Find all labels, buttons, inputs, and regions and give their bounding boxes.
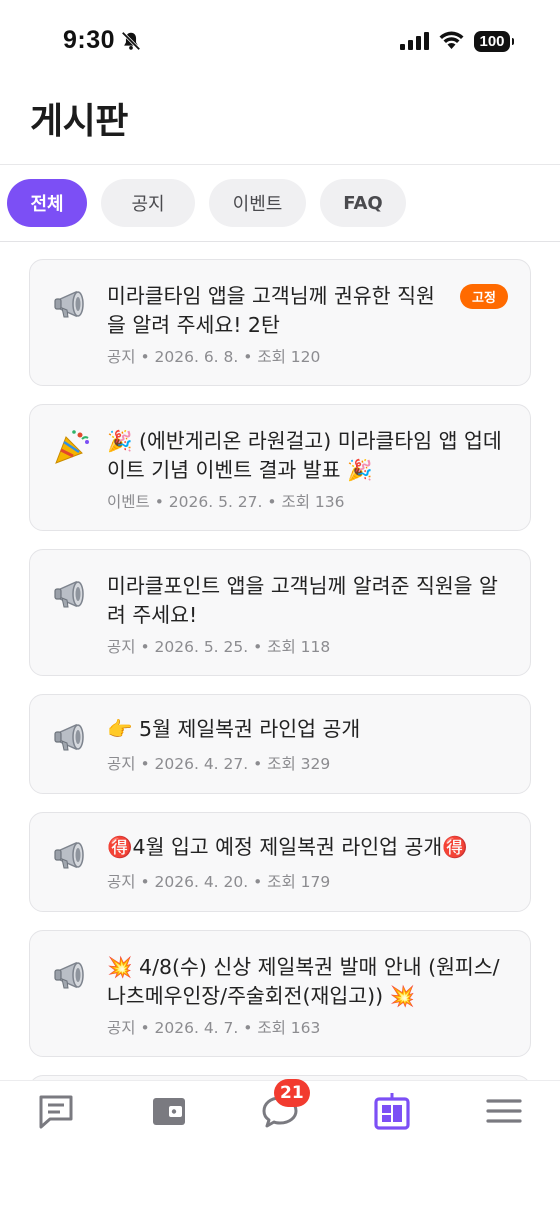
tab-faq[interactable]: FAQ [320,179,406,227]
status-bar: 9:30 100 [0,0,560,84]
post-card[interactable]: 👉 5월 제일복권 라인업 공개 공지 • 2026. 4. 27. • 조회 … [29,694,531,794]
party-popper-icon [55,430,89,464]
menu-icon[interactable] [484,1091,524,1131]
cellular-signal-icon [400,32,429,50]
bell-slash-icon [121,31,141,51]
page-title: 게시판 [30,101,128,142]
status-time: 9:30 [63,26,116,54]
post-card[interactable]: 🉐4월 입고 예정 제일복권 라인업 공개🉐 공지 • 2026. 4. 20.… [29,812,531,912]
post-title: 🉐4월 입고 예정 제일복권 라인업 공개🉐 [107,835,468,859]
post-card[interactable]: 미라클포인트 앱을 고객님께 알려준 직원을 알려 주세요! 공지 • 2026… [29,549,531,676]
post-meta: 공지 • 2026. 6. 8. • 조회 120 [107,348,321,366]
post-title: 🎉 (에반게리온 라원걸고) 미라클타임 앱 업데이트 기념 이벤트 결과 발표… [107,429,502,482]
megaphone-icon [54,841,84,869]
post-meta: 공지 • 2026. 4. 20. • 조회 179 [107,873,331,891]
tab-all[interactable]: 전체 [7,179,87,227]
wifi-icon [439,31,464,49]
megaphone-icon [54,580,84,608]
post-title: 💥 4/8(수) 신상 제일복권 발매 안내 (원피스/나츠메우인장/주술회전(… [107,955,500,1008]
pinned-badge: 고정 [460,284,508,309]
post-title: 미라클타임 앱을 고객님께 권유한 직원을 알려 주세요! 2탄 [107,284,435,337]
megaphone-icon [54,723,84,751]
post-meta: 공지 • 2026. 4. 27. • 조회 329 [107,755,331,773]
post-meta: 공지 • 2026. 5. 25. • 조회 118 [107,638,331,656]
tabs-divider [0,241,560,242]
chat-icon[interactable] [36,1091,76,1131]
post-meta: 공지 • 2026. 4. 7. • 조회 163 [107,1019,321,1037]
tab-event[interactable]: 이벤트 [209,179,306,227]
board-icon[interactable] [372,1091,412,1131]
wallet-icon[interactable] [149,1091,189,1131]
post-card[interactable]: 🎉 (에반게리온 라원걸고) 미라클타임 앱 업데이트 기념 이벤트 결과 발표… [29,404,531,531]
battery-indicator: 100 [474,31,514,52]
category-tabs: 전체 공지 이벤트 FAQ [7,179,406,227]
megaphone-icon [54,961,84,989]
post-card[interactable]: 미라클타임 앱을 고객님께 권유한 직원을 알려 주세요! 2탄 고정 공지 •… [29,259,531,386]
header-divider [0,164,560,165]
post-title: 미라클포인트 앱을 고객님께 알려준 직원을 알려 주세요! [107,574,498,627]
bottom-navigation: 21 [0,1079,560,1214]
post-title: 👉 5월 제일복권 라인업 공개 [107,717,361,741]
message-badge: 21 [274,1079,310,1107]
megaphone-icon [54,290,84,318]
post-meta: 이벤트 • 2026. 5. 27. • 조회 136 [107,493,345,511]
post-card[interactable]: 💥 4/8(수) 신상 제일복권 발매 안내 (원피스/나츠메우인장/주술회전(… [29,930,531,1057]
tab-notice[interactable]: 공지 [101,179,195,227]
